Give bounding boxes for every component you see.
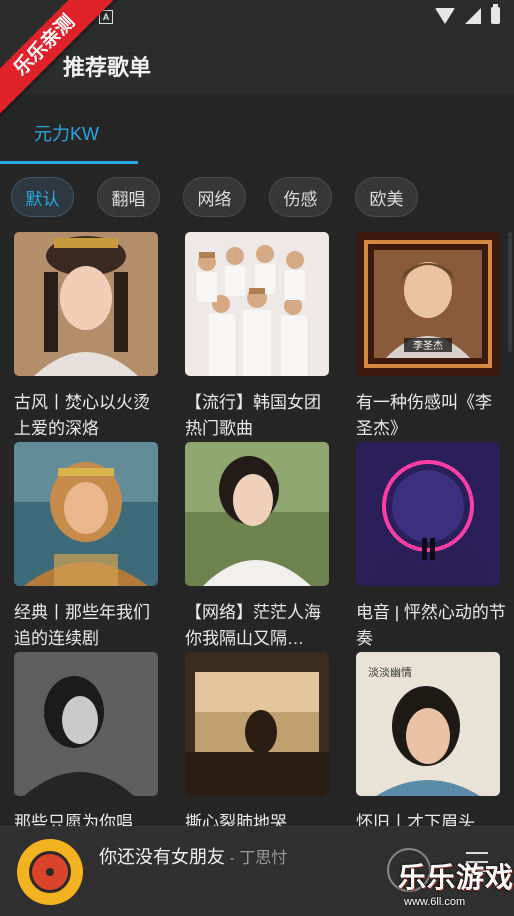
playlist-card[interactable]: 经典丨那些年我们追的连续剧 (14, 442, 158, 652)
playlist-card[interactable]: 【流行】韩国女团热门歌曲 (185, 232, 329, 442)
playlist-cover (185, 232, 329, 376)
cover-portrait-costume (14, 232, 158, 376)
status-icons (435, 4, 500, 24)
corner-ribbon: 乐乐亲测 (0, 0, 120, 120)
playlist-card[interactable]: 【网络】茫茫人海 你我隔山又隔… (185, 442, 329, 652)
scrollbar[interactable] (508, 232, 512, 352)
song-title: 你还没有女朋友 (99, 847, 225, 867)
cover-monkey-king (14, 442, 158, 586)
playlist-cover (14, 232, 158, 376)
watermark-url: www.6ll.com (404, 896, 466, 908)
playlist-cover (185, 652, 329, 796)
category-chips: 默认 翻唱 网络 伤感 欧美 (11, 177, 418, 217)
chip-network[interactable]: 网络 (183, 177, 246, 217)
ribbon-label: 乐乐亲测 (0, 0, 117, 118)
playlist-cover: 淡淡幽情 (356, 652, 500, 796)
cover-neon-portal (356, 442, 500, 586)
watermark-text: 乐乐游戏 (398, 862, 514, 893)
playlist-title: 古风丨焚心以火烫上爱的深烙 (14, 393, 150, 438)
album-disc-icon[interactable] (17, 839, 83, 905)
cover-short-hair-woman (185, 442, 329, 586)
chip-default[interactable]: 默认 (11, 177, 74, 217)
cover-girl-group (185, 232, 329, 376)
cover-sepia-window (185, 652, 329, 796)
playlist-cover (356, 442, 500, 586)
chip-western[interactable]: 欧美 (355, 177, 418, 217)
cover-caption: 李圣杰 (413, 339, 443, 352)
playlist-cover (185, 442, 329, 586)
playlist-title: 电音 | 怦然心动的节奏 (356, 603, 506, 648)
chip-cover[interactable]: 翻唱 (97, 177, 160, 217)
playlist-card[interactable]: 电音 | 怦然心动的节奏 (356, 442, 506, 652)
playlist-cover: 李圣杰 (356, 232, 500, 376)
artist-name: 丁思忖 (239, 850, 288, 867)
playlist-card[interactable]: 古风丨焚心以火烫上爱的深烙 (14, 232, 158, 442)
cover-caption: 淡淡幽情 (368, 666, 412, 679)
watermark-logo: 乐乐游戏 www.6ll.com (398, 856, 514, 915)
tab-underline (0, 161, 138, 164)
battery-icon (491, 4, 500, 24)
playlist-title: 有一种伤感叫《李圣杰》 (356, 393, 492, 438)
playlist-cover (14, 442, 158, 586)
signal-icon (465, 7, 481, 24)
cover-bw-woman (14, 652, 158, 796)
playlist-card[interactable]: 李圣杰 有一种伤感叫《李圣杰》 (356, 232, 500, 442)
wifi-icon (435, 7, 455, 24)
now-playing-text: 你还没有女朋友 - 丁思忖 (99, 843, 287, 869)
playlist-title: 【流行】韩国女团热门歌曲 (185, 393, 321, 438)
cover-retro-poster: 淡淡幽情 (356, 652, 500, 796)
cover-singer-frame: 李圣杰 (356, 232, 500, 376)
chip-sad[interactable]: 伤感 (269, 177, 332, 217)
playlist-title: 【网络】茫茫人海 你我隔山又隔… (185, 603, 321, 648)
playlist-title: 经典丨那些年我们追的连续剧 (14, 603, 150, 648)
playlist-cover (14, 652, 158, 796)
separator: - (225, 850, 240, 867)
tab-label: 元力KW (34, 124, 99, 144)
